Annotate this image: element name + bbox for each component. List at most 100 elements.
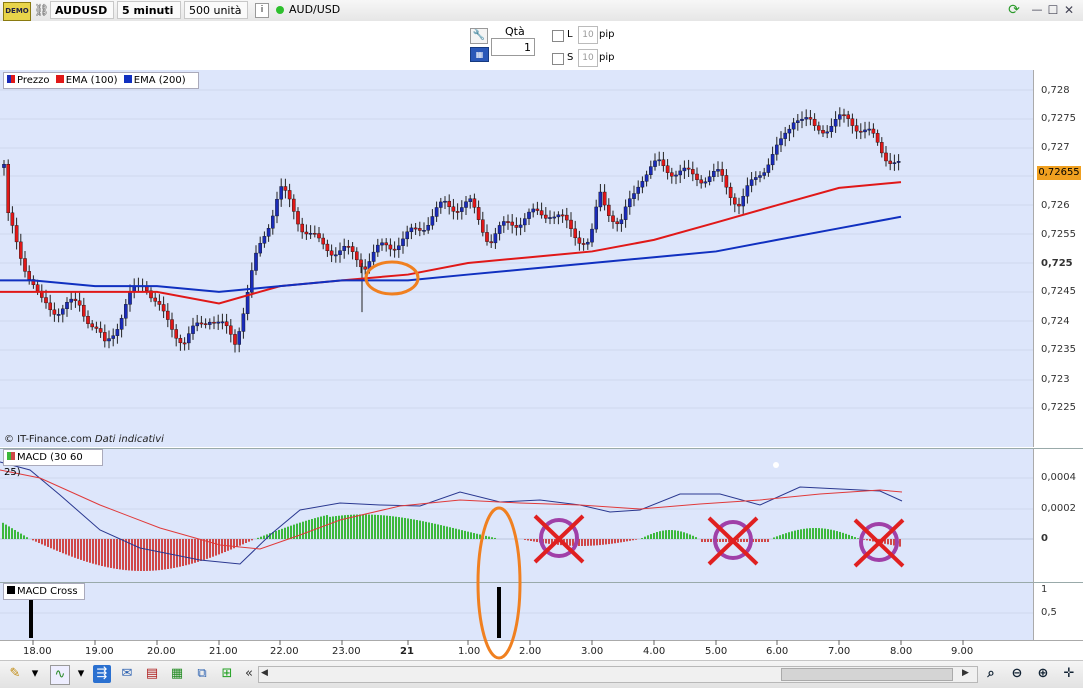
macd-histogram-bar-positive [848, 534, 850, 539]
sheet-icon[interactable]: ▦ [168, 665, 186, 683]
chat-icon[interactable]: ✉ [118, 665, 136, 683]
candle-body [695, 173, 699, 180]
zoom-in-icon[interactable]: ⊕ [1034, 665, 1052, 683]
macd-histogram-bar-positive [854, 537, 856, 539]
windows-icon[interactable]: ⧉ [193, 665, 211, 683]
candle-body [859, 130, 863, 133]
macd-histogram-bar-positive [794, 530, 796, 539]
macd-histogram-bar-negative [620, 539, 622, 543]
candle-body [170, 319, 174, 330]
macd-histogram-bar-positive [824, 528, 826, 539]
time-axis-label: 7.00 [828, 646, 851, 657]
macd-histogram-bar-positive [359, 514, 361, 539]
candle-body [607, 204, 611, 216]
candle-body [338, 250, 342, 255]
macd-histogram-bar-positive [299, 522, 301, 539]
zoom-fit-icon[interactable]: ⌕ [982, 665, 1000, 683]
candle-body [821, 130, 825, 134]
macd-histogram-bar-negative [248, 539, 250, 542]
macd-histogram-bar-positive [314, 518, 316, 539]
scroll-right-arrow-icon[interactable]: ▶ [962, 668, 969, 678]
candle-body [838, 114, 842, 120]
candle-body [300, 223, 305, 233]
candle-body [800, 118, 804, 121]
macd-histogram-bar-negative [65, 539, 67, 555]
pencil-icon[interactable]: ✎ [6, 665, 24, 683]
macd-histogram-bar-negative [104, 539, 106, 567]
macd-histogram-bar-positive [674, 530, 676, 539]
chevron-down-icon[interactable]: ▾ [30, 665, 40, 683]
macd-histogram-bar-negative [743, 539, 745, 542]
candle-body [363, 266, 368, 270]
candle-body [182, 342, 187, 345]
macd-histogram-bar-positive [458, 529, 460, 539]
macd-histogram-bar-positive [839, 531, 841, 539]
horizontal-scrollbar[interactable]: ◀ ▶ [258, 666, 978, 683]
macd-histogram-bar-negative [113, 539, 115, 569]
candle-body [712, 171, 716, 177]
macd-histogram-bar-positive [356, 514, 358, 539]
share-icon[interactable]: ⇶ [93, 665, 111, 683]
current-price-badge: 0,72655 [1037, 166, 1081, 180]
candle-body [615, 221, 619, 225]
macd-histogram-bar-negative [212, 539, 214, 557]
candle-body [283, 186, 288, 191]
candle-body [594, 206, 598, 230]
macd-histogram-bar-positive [284, 527, 286, 539]
macd-histogram-bar-negative [134, 539, 136, 571]
macd-histogram-bar-positive [416, 520, 418, 539]
scroll-left-arrow-icon[interactable]: ◀ [261, 668, 268, 678]
macd-histogram-bar-positive [461, 530, 463, 539]
candle-body [271, 215, 275, 229]
candle-body [854, 125, 859, 132]
candle-body [796, 120, 800, 123]
candle-body [829, 125, 834, 133]
macd-histogram-bar-positive [260, 536, 262, 539]
candle-body [489, 241, 494, 244]
candle-body [430, 216, 435, 226]
chevron-down-icon[interactable]: ▾ [76, 665, 86, 683]
macd-histogram-bar-positive [779, 535, 781, 539]
candle-body [165, 310, 170, 320]
candle-body [602, 191, 607, 206]
calc-icon[interactable]: ⊞ [218, 665, 236, 683]
candle-body [434, 207, 439, 217]
macd-histogram-bar-negative [155, 539, 157, 571]
ema200-line [0, 215, 902, 293]
candle-body [111, 335, 115, 339]
time-axis-label: 1.00 [458, 646, 481, 657]
candle-body [102, 332, 107, 342]
scroll-thumb[interactable] [781, 668, 953, 681]
candle-body [409, 227, 414, 233]
macd-histogram-bar-negative [200, 539, 202, 561]
candle-body [632, 193, 636, 199]
candle-body [418, 228, 422, 231]
candle-body [317, 233, 321, 239]
candle-body [791, 122, 796, 130]
macd-histogram-bar-positive [836, 531, 838, 539]
macd-histogram-bar-positive [311, 518, 313, 539]
macd-histogram-bar-negative [74, 539, 76, 558]
candle-body [657, 159, 661, 162]
time-axis-label: 23.00 [332, 646, 361, 657]
candle-body [577, 237, 582, 244]
macd-histogram-bar-positive [488, 536, 490, 539]
crosshair-icon[interactable]: ✛ [1060, 665, 1078, 683]
macd-histogram-bar-positive [368, 514, 370, 539]
macd-histogram-bar-negative [581, 539, 583, 546]
candle-body [233, 334, 237, 345]
candle-body [787, 128, 792, 134]
list-icon[interactable]: ▤ [143, 665, 161, 683]
indicator-icon[interactable]: ∿ [50, 665, 70, 685]
candle-body [48, 302, 52, 311]
candle-body [623, 206, 628, 220]
macd-histogram-bar-negative [56, 539, 58, 551]
macd-histogram-bar-negative [569, 539, 571, 546]
macd-histogram-bar-positive [788, 532, 790, 539]
candle-body [380, 242, 384, 246]
candle-body [552, 216, 556, 219]
candle-body [565, 214, 569, 221]
time-axis-label: 9.00 [951, 646, 974, 657]
double-left-icon[interactable]: « [240, 665, 258, 683]
zoom-out-icon[interactable]: ⊖ [1008, 665, 1026, 683]
